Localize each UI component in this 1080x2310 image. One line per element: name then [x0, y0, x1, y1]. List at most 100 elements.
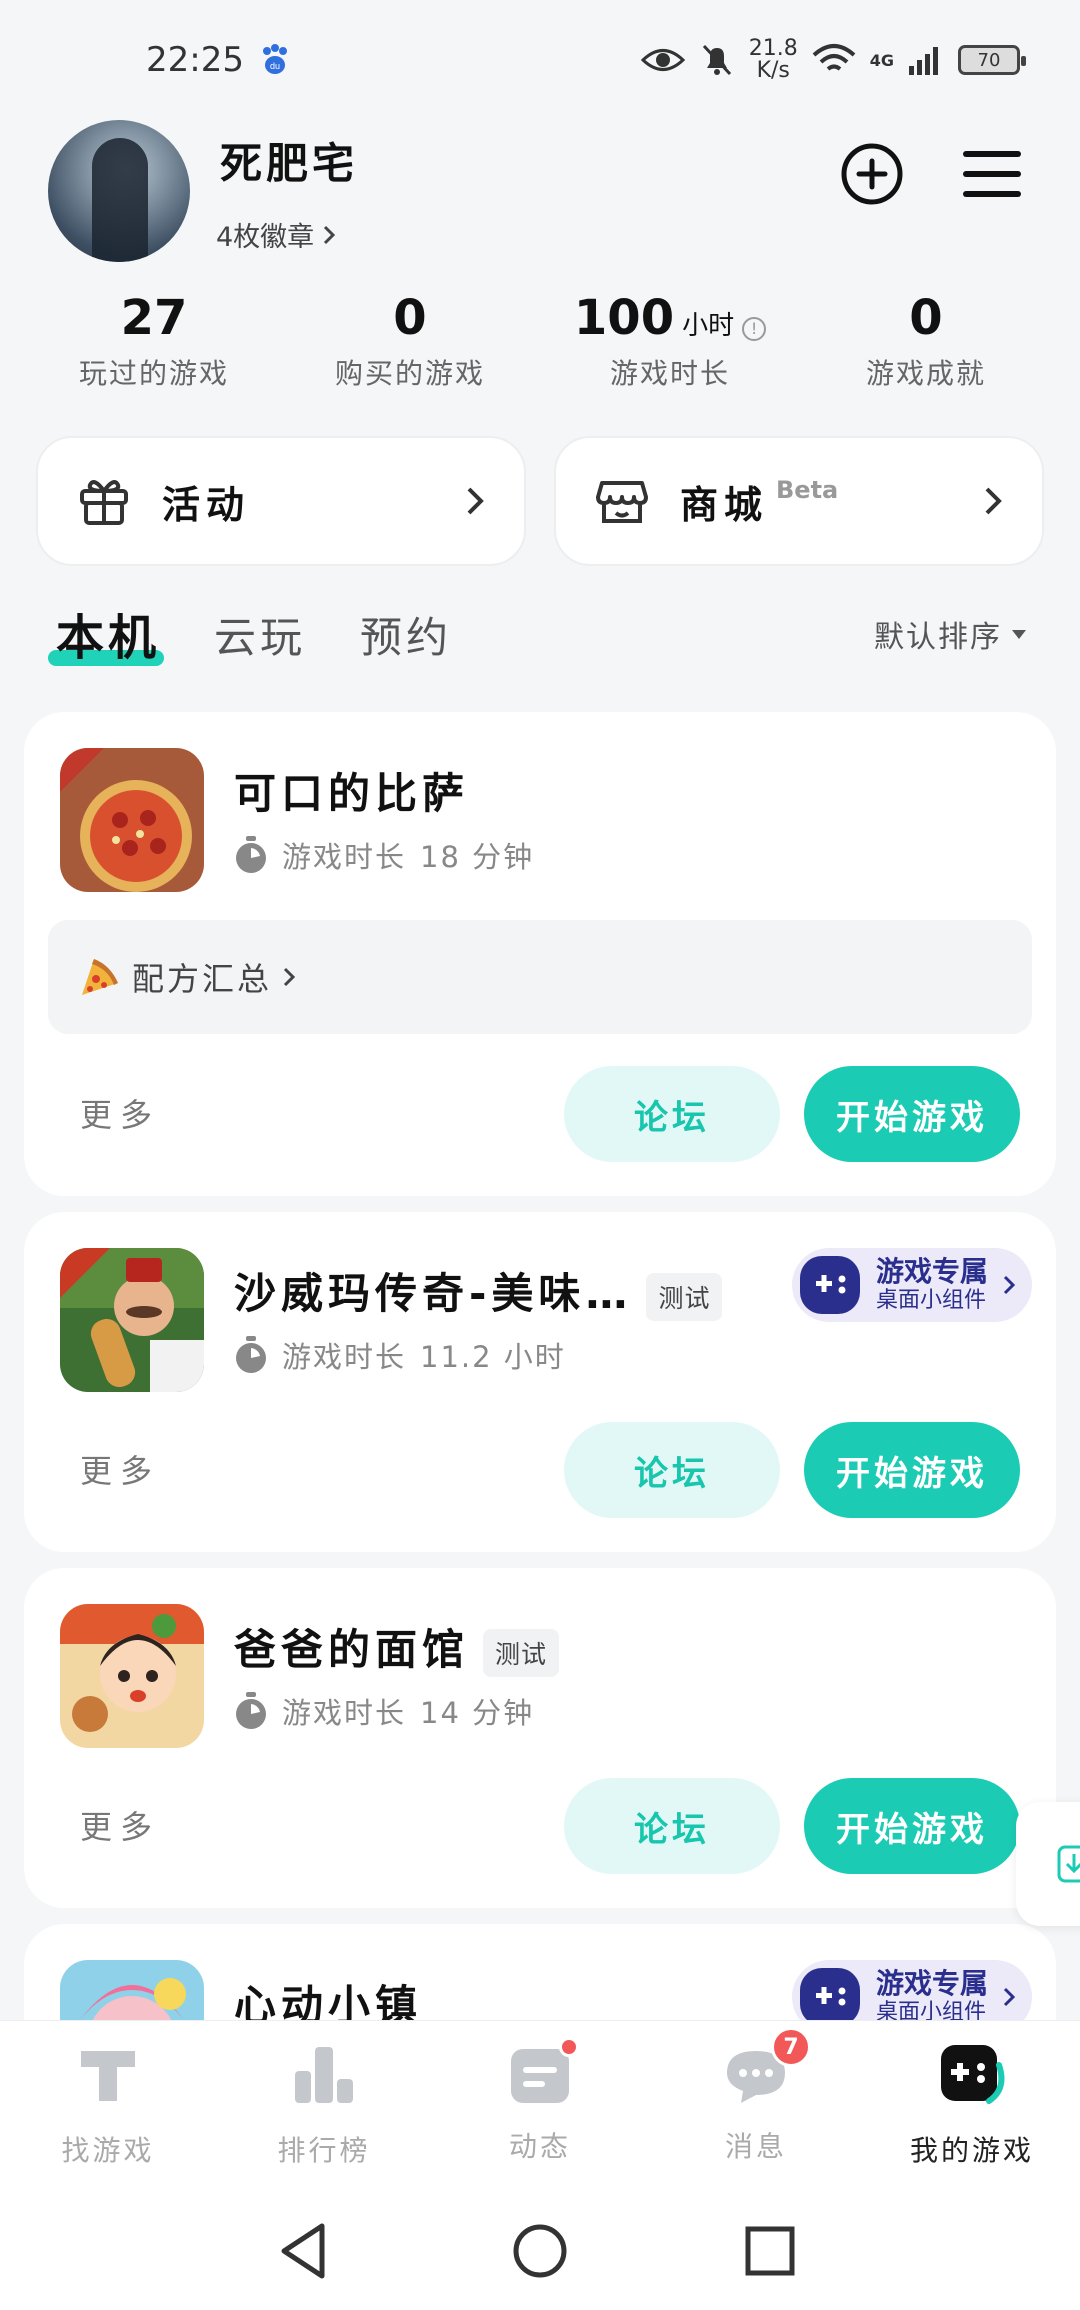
more-link[interactable]: 更多: [80, 1446, 160, 1492]
eye-icon: [640, 49, 685, 71]
game-icon-noodle-shop[interactable]: [60, 1604, 204, 1748]
stat-value: 0: [393, 290, 427, 346]
notification-dot: [559, 2037, 579, 2057]
rankings-icon: [295, 2047, 353, 2103]
stat-playtime[interactable]: 100 小时 ! 游戏时长: [540, 290, 800, 392]
more-link[interactable]: 更多: [80, 1090, 160, 1136]
recipe-link[interactable]: 配方汇总: [48, 920, 1032, 1034]
add-circle-icon[interactable]: [838, 140, 906, 208]
playtime-label: 游戏时长: [282, 1696, 407, 1730]
game-icon-pizza[interactable]: [60, 748, 204, 892]
tab-cloud[interactable]: 云玩: [214, 604, 306, 665]
nav-my-games[interactable]: 我的游戏: [864, 2041, 1080, 2169]
start-game-button[interactable]: 开始游戏: [804, 1422, 1020, 1518]
recipe-label: 配方汇总: [132, 960, 273, 998]
message-count-badge: 7: [771, 2027, 811, 2067]
store-label: 商城: [680, 482, 769, 527]
stat-label: 玩过的游戏: [78, 357, 229, 390]
stats-row: 27 玩过的游戏 0 购买的游戏 100 小时 ! 游戏时长 0 游戏成就: [0, 290, 1080, 400]
stat-played[interactable]: 27 玩过的游戏: [24, 290, 284, 392]
status-bar: 22:25 du 21.8 K/s 4G 70: [0, 0, 1080, 120]
playtime-value: 18 分钟: [420, 840, 535, 874]
playtime: 游戏时长 11.2 小时: [234, 1334, 566, 1376]
widget-title: 游戏专属: [876, 1967, 989, 2000]
avatar[interactable]: [48, 120, 190, 262]
start-game-button[interactable]: 开始游戏: [804, 1778, 1020, 1874]
badges-label: 4枚徽章: [216, 222, 315, 253]
tab-label: 云玩: [214, 613, 307, 662]
game-card: 可口的比萨 游戏时长 18 分钟 配方汇总 更多 论坛 开始游戏: [24, 712, 1056, 1196]
stopwatch-icon: [236, 836, 266, 873]
gift-icon: [80, 480, 128, 525]
more-link[interactable]: 更多: [80, 1802, 160, 1848]
chevron-right-icon: [1003, 1275, 1016, 1295]
sort-dropdown[interactable]: 默认排序: [874, 612, 1026, 656]
caret-down-icon: [1012, 629, 1026, 639]
my-games-icon: [941, 2045, 1005, 2104]
battery-icon: 70: [958, 45, 1026, 75]
network-type: 4G: [869, 50, 894, 70]
gamepad-icon: [800, 1968, 860, 2026]
network-speed: 21.8 K/s: [748, 36, 798, 83]
nav-rankings[interactable]: 排行榜: [216, 2041, 432, 2169]
nav-label: 排行榜: [277, 2134, 371, 2167]
tab-label: 预约: [360, 613, 453, 662]
menu-icon[interactable]: [958, 140, 1026, 208]
chevron-right-icon: [985, 487, 1002, 515]
floating-download-button[interactable]: [1016, 1802, 1080, 1926]
back-triangle-icon[interactable]: [270, 2216, 340, 2286]
tab-reserve[interactable]: 预约: [360, 604, 452, 665]
activity-card[interactable]: 活动: [36, 436, 526, 566]
home-circle-icon[interactable]: [505, 2216, 575, 2286]
forum-button[interactable]: 论坛: [564, 1778, 780, 1874]
stat-label: 游戏成就: [865, 357, 986, 390]
stopwatch-icon: [236, 1692, 266, 1729]
svg-text:du: du: [270, 61, 280, 71]
nav-label: 我的游戏: [909, 2134, 1034, 2167]
store-card[interactable]: 商城 Beta: [554, 436, 1044, 566]
chevron-right-icon: [1003, 1987, 1016, 2007]
stat-label: 购买的游戏: [334, 357, 485, 390]
status-time: 22:25: [146, 40, 244, 80]
game-tabs: 本机 云玩 预约 默认排序: [48, 604, 1026, 684]
game-icon-shawarma[interactable]: [60, 1248, 204, 1392]
game-title: 爸爸的面馆 测试: [234, 1616, 560, 1677]
nav-label: 动态: [508, 2130, 571, 2163]
badges-link[interactable]: 4枚徽章: [216, 215, 336, 254]
stat-purchased[interactable]: 0 购买的游戏: [280, 290, 540, 392]
stat-achievements[interactable]: 0 游戏成就: [796, 290, 1056, 392]
game-title-text: 沙威玛传奇-美味…: [234, 1269, 633, 1318]
widget-subtitle: 桌面小组件: [876, 1288, 987, 1313]
wifi-icon: [812, 44, 856, 71]
stat-unit: 小时: [682, 311, 735, 341]
nav-find-games[interactable]: 找游戏: [0, 2041, 216, 2169]
game-card: 沙威玛传奇-美味… 测试 游戏专属 桌面小组件 游戏时长 11.2 小时 更多 论…: [24, 1212, 1056, 1552]
beta-tag: Beta: [776, 476, 839, 504]
stopwatch-icon: [236, 1336, 266, 1373]
nav-feed[interactable]: 动态: [432, 2037, 648, 2165]
tab-label: 本机: [56, 610, 161, 666]
widget-badge[interactable]: 游戏专属 桌面小组件: [792, 1248, 1032, 1322]
nav-label: 消息: [724, 2130, 787, 2163]
bottom-nav: 找游戏 排行榜 动态 7 消息 我的游戏: [0, 2020, 1080, 2190]
pizza-slice-icon: [82, 959, 118, 995]
baidu-paw-icon: du: [262, 44, 287, 74]
start-game-button[interactable]: 开始游戏: [804, 1066, 1020, 1162]
download-icon: [1057, 1845, 1080, 1883]
forum-button[interactable]: 论坛: [564, 1422, 780, 1518]
stat-value: 0: [909, 290, 943, 346]
stat-value: 27: [120, 290, 188, 346]
game-title-text: 爸爸的面馆: [234, 1625, 470, 1674]
game-title: 可口的比萨: [234, 769, 470, 818]
recents-square-icon[interactable]: [735, 2216, 805, 2286]
nav-messages[interactable]: 7 消息: [648, 2027, 864, 2165]
forum-button[interactable]: 论坛: [564, 1066, 780, 1162]
mute-bell-icon: [702, 44, 731, 76]
tab-local[interactable]: 本机: [48, 598, 164, 668]
playtime-value: 14 分钟: [420, 1696, 535, 1730]
playtime: 游戏时长 14 分钟: [234, 1690, 534, 1732]
info-icon[interactable]: !: [742, 316, 767, 341]
playtime: 游戏时长 18 分钟: [234, 834, 534, 876]
widget-title: 游戏专属: [876, 1255, 989, 1288]
playtime-label: 游戏时长: [282, 1340, 407, 1374]
